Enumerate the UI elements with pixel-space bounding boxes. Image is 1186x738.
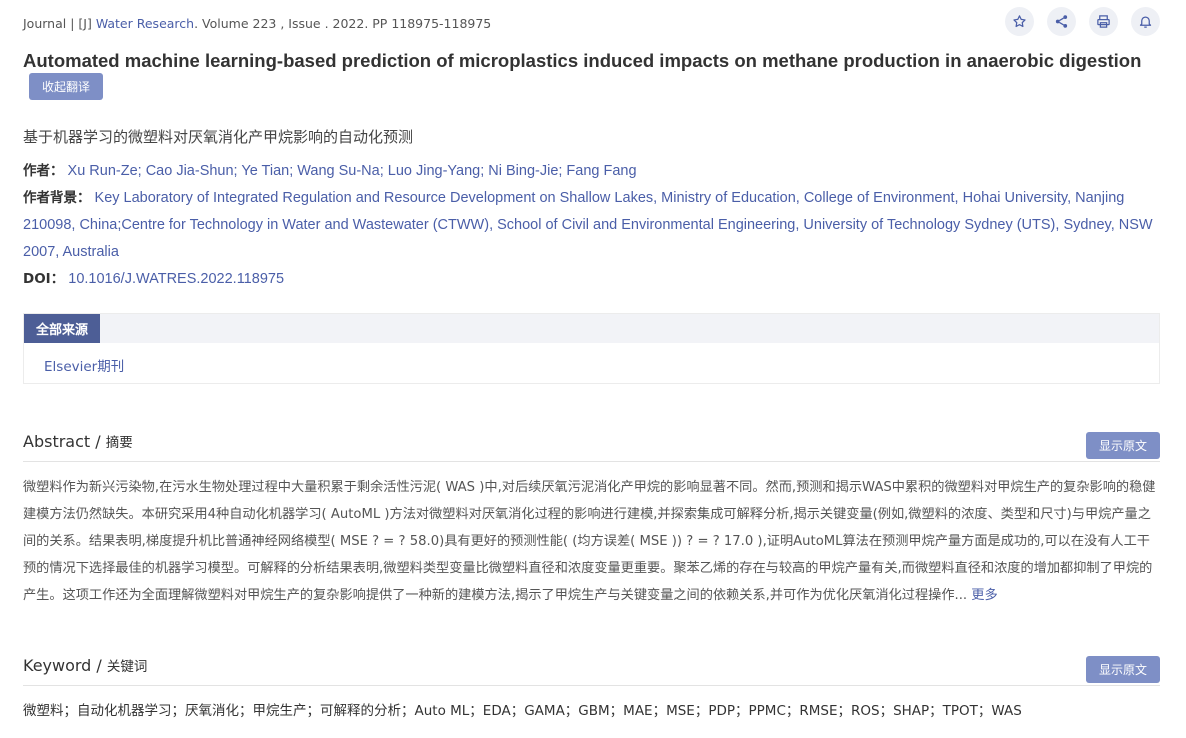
abstract-title-sep: / [90,432,106,451]
doi-row: DOI： 10.1016/J.WATRES.2022.118975 [23,266,1163,293]
share-button[interactable] [1047,7,1076,36]
keyword-title-en: Keyword [23,656,92,675]
keyword-show-original-button[interactable]: 显示原文 [1086,656,1160,683]
collapse-translation-button[interactable]: 收起翻译 [29,73,103,100]
print-button[interactable] [1089,7,1118,36]
affiliation-row: 作者背景： Key Laboratory of Integrated Regul… [23,185,1163,266]
affiliation-label: 作者背景： [23,190,91,206]
abstract-more-link[interactable]: 更多 [967,588,997,603]
abstract-show-original-button[interactable]: 显示原文 [1086,432,1160,459]
article-title-zh: 基于机器学习的微塑料对厌氧消化产甲烷影响的自动化预测 [23,128,414,146]
bell-icon [1139,16,1152,28]
authors-label: 作者： [23,163,64,179]
journal-info: Journal | [J] Water Research. Volume 223… [23,16,491,31]
sources-panel: 全部来源 Elsevier期刊 [23,313,1160,384]
article-title-en: Automated machine learning-based predict… [23,50,1142,71]
abstract-title: Abstract / 摘要 [23,432,133,451]
journal-name-link[interactable]: Water Research [96,16,194,31]
journal-volume-info: . Volume 223 , Issue . 2022. PP 118975-1… [194,16,492,31]
abstract-header: Abstract / 摘要 显示原文 [23,431,1160,462]
authors-row: 作者： Xu Run-Ze; Cao Jia-Shun; Ye Tian; Wa… [23,158,1163,185]
abstract-body: 微塑料作为新兴污染物,在污水生物处理过程中大量积累于剩余活性污泥( WAS )中… [23,480,1156,603]
doi-label: DOI： [23,271,65,287]
printer-icon [1097,15,1110,28]
share-icon [1055,15,1068,28]
alert-button[interactable] [1131,7,1160,36]
abstract-title-zh: 摘要 [105,435,133,451]
source-elsevier-link[interactable]: Elsevier期刊 [44,355,124,375]
sources-tab-bar: 全部来源 [24,314,1159,343]
keyword-title-sep: / [91,656,107,675]
keyword-header: Keyword / 关键词 显示原文 [23,655,1160,686]
affiliation-text: Key Laboratory of Integrated Regulation … [23,190,1153,260]
keyword-list: 微塑料；自动化机器学习；厌氧消化；甲烷生产；可解释的分析；Auto ML；EDA… [23,703,1022,719]
doi-link[interactable]: 10.1016/J.WATRES.2022.118975 [68,271,284,287]
keyword-title-zh: 关键词 [106,659,148,675]
authors-list[interactable]: Xu Run-Ze; Cao Jia-Shun; Ye Tian; Wang S… [68,163,637,179]
abstract-title-en: Abstract [23,432,91,451]
action-bar [1005,7,1160,36]
abstract-text: 微塑料作为新兴污染物,在污水生物处理过程中大量积累于剩余活性污泥( WAS )中… [23,474,1163,609]
journal-prefix: Journal | [J] [23,16,96,31]
tab-all-sources[interactable]: 全部来源 [24,314,100,343]
star-icon [1013,15,1026,28]
favorite-button[interactable] [1005,7,1034,36]
keyword-title: Keyword / 关键词 [23,656,147,675]
